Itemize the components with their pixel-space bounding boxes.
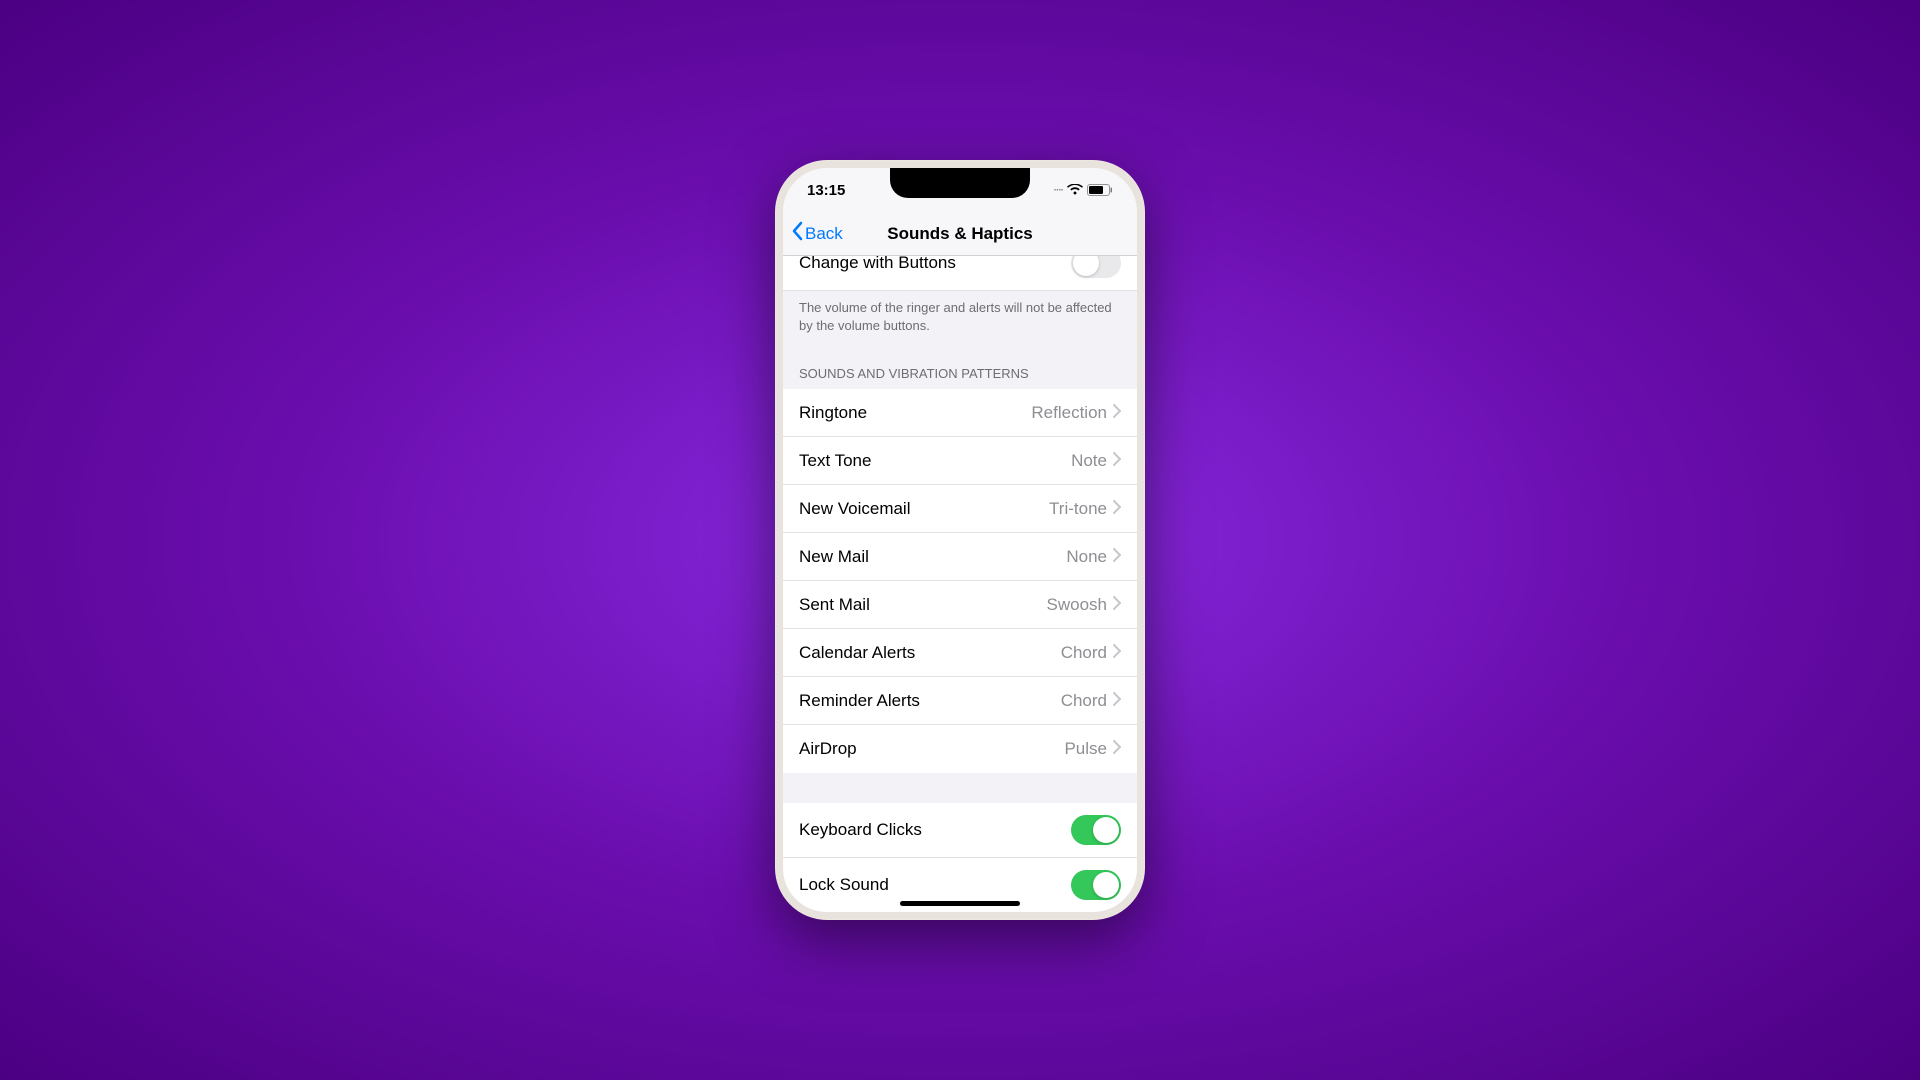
row-label: Text Tone (799, 451, 871, 471)
wifi-icon (1067, 184, 1083, 196)
row-label: AirDrop (799, 739, 857, 759)
row-value: Reflection (1031, 403, 1121, 423)
content-area[interactable]: Change with Buttons The volume of the ri… (783, 256, 1137, 912)
row-value: Swoosh (1047, 595, 1121, 615)
chevron-right-icon (1113, 595, 1121, 615)
row-value: Chord (1061, 691, 1121, 711)
row-label: Keyboard Clicks (799, 820, 922, 840)
chevron-right-icon (1113, 739, 1121, 759)
sounds-list: Ringtone Reflection Text Tone Note New Voice… (783, 389, 1137, 773)
row-value: Note (1071, 451, 1121, 471)
toggle-lock-sound[interactable] (1071, 870, 1121, 900)
chevron-right-icon (1113, 691, 1121, 711)
row-value: Chord (1061, 643, 1121, 663)
row-airdrop[interactable]: AirDrop Pulse (783, 725, 1137, 773)
row-reminder-alerts[interactable]: Reminder Alerts Chord (783, 677, 1137, 725)
nav-bar: Back Sounds & Haptics (783, 212, 1137, 256)
row-value: Pulse (1064, 739, 1121, 759)
back-label: Back (805, 224, 843, 244)
row-change-with-buttons[interactable]: Change with Buttons (783, 256, 1137, 291)
toggle-change-with-buttons[interactable] (1071, 256, 1121, 278)
chevron-left-icon (791, 221, 803, 246)
chevron-right-icon (1113, 547, 1121, 567)
row-new-voicemail[interactable]: New Voicemail Tri-tone (783, 485, 1137, 533)
row-label: Sent Mail (799, 595, 870, 615)
battery-icon (1087, 184, 1113, 196)
row-label: Lock Sound (799, 875, 889, 895)
back-button[interactable]: Back (783, 221, 843, 246)
row-label: New Voicemail (799, 499, 911, 519)
row-label: Reminder Alerts (799, 691, 920, 711)
row-value: None (1066, 547, 1121, 567)
chevron-right-icon (1113, 451, 1121, 471)
row-sent-mail[interactable]: Sent Mail Swoosh (783, 581, 1137, 629)
cellular-icon: ···· (1054, 185, 1063, 196)
row-calendar-alerts[interactable]: Calendar Alerts Chord (783, 629, 1137, 677)
row-new-mail[interactable]: New Mail None (783, 533, 1137, 581)
row-label: Ringtone (799, 403, 867, 423)
nav-title: Sounds & Haptics (887, 224, 1032, 244)
chevron-right-icon (1113, 499, 1121, 519)
toggles-list: Keyboard Clicks Lock Sound (783, 803, 1137, 912)
section-footer: The volume of the ringer and alerts will… (783, 291, 1137, 342)
toggle-knob (1093, 817, 1119, 843)
home-indicator[interactable] (900, 901, 1020, 906)
row-value: Tri-tone (1049, 499, 1121, 519)
notch (890, 168, 1030, 198)
row-label: Calendar Alerts (799, 643, 915, 663)
row-label: New Mail (799, 547, 869, 567)
phone-frame: 13:15 ···· Back Sounds & Haptics (775, 160, 1145, 920)
row-label: Change with Buttons (799, 256, 956, 273)
toggle-keyboard-clicks[interactable] (1071, 815, 1121, 845)
chevron-right-icon (1113, 643, 1121, 663)
toggle-knob (1073, 256, 1099, 276)
status-right: ···· (1054, 184, 1113, 196)
row-text-tone[interactable]: Text Tone Note (783, 437, 1137, 485)
status-time: 13:15 (807, 182, 845, 199)
row-keyboard-clicks[interactable]: Keyboard Clicks (783, 803, 1137, 858)
section-gap (783, 773, 1137, 803)
toggle-knob (1093, 872, 1119, 898)
phone-screen: 13:15 ···· Back Sounds & Haptics (783, 168, 1137, 912)
row-ringtone[interactable]: Ringtone Reflection (783, 389, 1137, 437)
chevron-right-icon (1113, 403, 1121, 423)
section-header-sounds: SOUNDS AND VIBRATION PATTERNS (783, 342, 1137, 389)
